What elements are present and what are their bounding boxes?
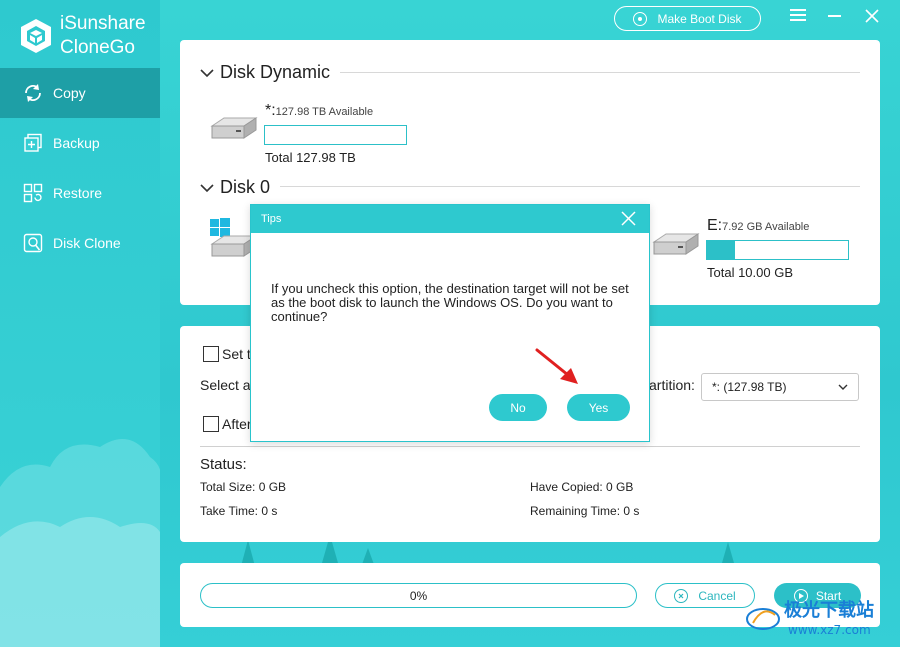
app-logo: iSunshare CloneGo	[20, 12, 146, 60]
disc-icon	[633, 11, 648, 26]
sidebar-item-label: Disk Clone	[53, 235, 121, 251]
close-icon[interactable]	[621, 211, 636, 226]
sidebar-item-label: Restore	[53, 185, 103, 201]
select-label: Select a	[200, 377, 251, 393]
partition-select-value: *: (127.98 TB)	[712, 380, 787, 394]
cancel-button[interactable]: Cancel	[655, 583, 755, 608]
progress-bar: 0%	[200, 583, 637, 608]
red-arrow-annotation	[535, 348, 578, 384]
minimize-icon[interactable]	[828, 15, 841, 17]
disk-dynamic-header[interactable]: Disk Dynamic	[200, 62, 330, 83]
yes-button[interactable]: Yes	[567, 394, 630, 421]
after-checkbox[interactable]	[203, 416, 219, 432]
disk-0-header[interactable]: Disk 0	[200, 177, 270, 198]
hard-drive-icon	[652, 233, 700, 255]
make-boot-disk-label: Make Boot Disk	[657, 11, 742, 26]
yes-label: Yes	[588, 400, 609, 415]
have-copied: Have Copied: 0 GB	[530, 480, 634, 494]
divider	[280, 186, 860, 187]
chevron-down-icon	[200, 68, 214, 77]
tips-dialog: Tips If you uncheck this option, the des…	[250, 204, 650, 442]
app-name-line2: CloneGo	[60, 37, 135, 58]
clouds-decoration	[0, 439, 160, 647]
app-name: iSunshare CloneGo	[60, 12, 146, 60]
partition-available: 7.92 GB Available	[722, 221, 810, 233]
close-window-icon[interactable]	[864, 8, 880, 24]
partition-total: Total 127.98 TB	[265, 150, 356, 165]
hard-drive-icon	[210, 117, 258, 139]
sidebar-item-restore[interactable]: Restore	[0, 168, 160, 218]
total-size: Total Size: 0 GB	[200, 480, 287, 494]
chevron-down-icon	[838, 384, 848, 390]
no-button[interactable]: No	[489, 394, 547, 421]
cancel-label: Cancel	[698, 588, 736, 603]
partition-available: 127.98 TB Available	[275, 106, 374, 118]
partition-total: Total 10.00 GB	[707, 265, 793, 280]
set-boot-checkbox[interactable]	[203, 346, 219, 362]
set-boot-label: Set t	[222, 346, 251, 362]
cancel-icon	[674, 588, 689, 603]
progress-text: 0%	[409, 588, 428, 603]
app-name-line1: iSunshare	[60, 13, 146, 34]
disk-group-title: Disk Dynamic	[220, 62, 331, 82]
cube-logo-icon	[21, 19, 51, 53]
remaining-time: Remaining Time: 0 s	[530, 504, 640, 518]
no-label: No	[510, 400, 526, 415]
divider	[200, 446, 860, 447]
sidebar-item-backup[interactable]: Backup	[0, 118, 160, 168]
backup-icon	[22, 132, 44, 154]
sidebar-item-label: Backup	[53, 135, 100, 151]
menu-icon[interactable]	[790, 9, 806, 23]
watermark-text: 极光下载站	[784, 600, 874, 621]
partition-info-disk0: E:7.92 GB Available	[707, 217, 809, 235]
take-time: Take Time: 0 s	[200, 504, 278, 518]
partition-usage-bar[interactable]	[264, 125, 407, 145]
dialog-header: Tips	[251, 205, 649, 233]
usage-fill	[707, 241, 736, 259]
partition-usage-bar[interactable]	[706, 240, 849, 260]
partition-info-dynamic: *:127.98 TB Available	[265, 102, 373, 120]
sidebar-nav: Copy Backup Restore Disk Clone	[0, 68, 160, 268]
divider	[340, 72, 860, 73]
restore-icon	[22, 182, 44, 204]
chevron-down-icon	[200, 183, 214, 192]
partition-label: artition:	[649, 377, 695, 393]
sidebar-item-disk-clone[interactable]: Disk Clone	[0, 218, 160, 268]
make-boot-disk-button[interactable]: Make Boot Disk	[614, 6, 761, 31]
sidebar-item-label: Copy	[53, 85, 86, 101]
watermark-url: www.xz7.com	[788, 623, 871, 637]
sidebar: iSunshare CloneGo Copy Backup Restore Di…	[0, 0, 160, 647]
partition-letter: *:	[265, 102, 276, 119]
refresh-icon	[22, 82, 44, 104]
partition-letter: E:	[707, 217, 723, 234]
partition-select[interactable]: *: (127.98 TB)	[701, 373, 859, 401]
disk-clone-icon	[22, 232, 44, 254]
disk-group-title: Disk 0	[220, 177, 271, 197]
sidebar-item-copy[interactable]: Copy	[0, 68, 160, 118]
after-label: After	[222, 416, 252, 432]
dialog-message: If you uncheck this option, the destinat…	[271, 281, 629, 324]
dialog-title: Tips	[261, 213, 282, 225]
status-title: Status:	[200, 456, 247, 473]
